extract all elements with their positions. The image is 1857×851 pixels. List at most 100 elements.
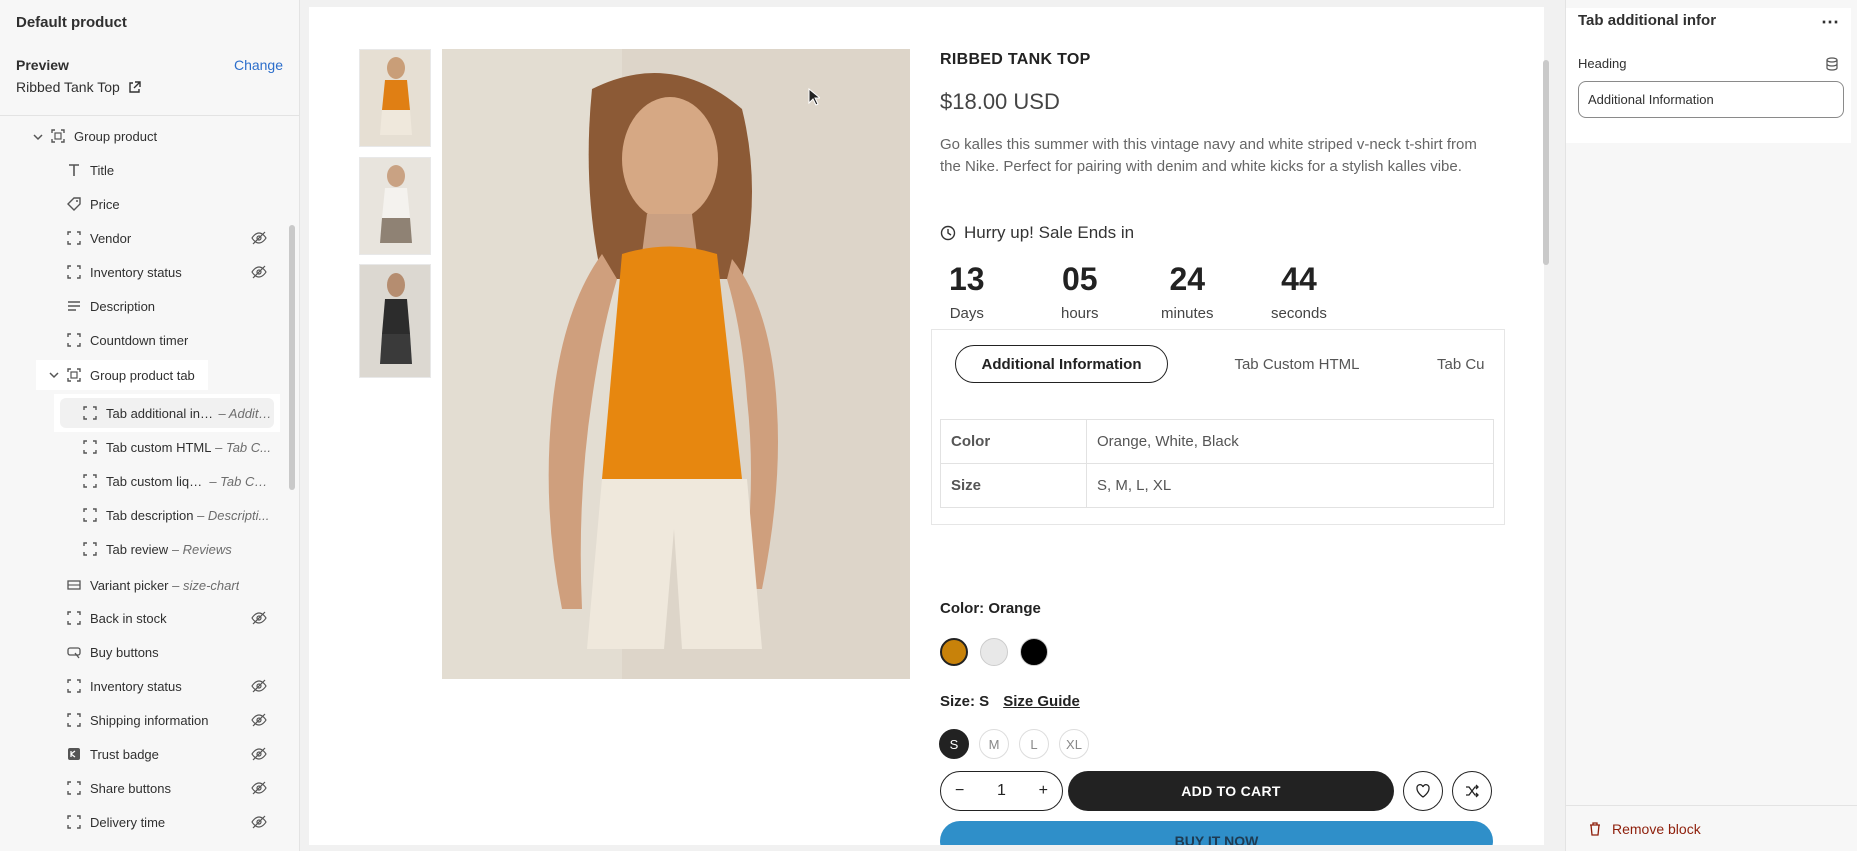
- sidebar-item-variant-picker[interactable]: Variant picker – size-chart: [66, 571, 267, 599]
- attribute-value: Orange, White, Black: [1086, 419, 1494, 464]
- size-label-row: Size: S Size Guide: [940, 693, 1080, 710]
- countdown-days: 13 Days: [949, 259, 985, 322]
- model-illustration: [442, 49, 910, 679]
- compare-button[interactable]: [1452, 771, 1492, 811]
- sidebar-item-inventory-status-2[interactable]: Inventory status: [66, 672, 267, 700]
- quantity-stepper[interactable]: − 1 +: [940, 771, 1063, 811]
- sidebar-item-trust-badge[interactable]: Trust badge: [66, 740, 267, 768]
- eye-hidden-icon[interactable]: [251, 230, 267, 246]
- thumbnail-image-black: [360, 265, 430, 377]
- chevron-down-icon[interactable]: [48, 369, 60, 381]
- sidebar-scrollbar[interactable]: [289, 225, 295, 490]
- sidebar-item-group-product[interactable]: Group product: [50, 122, 157, 150]
- sidebar-item-shipping-information[interactable]: Shipping information: [66, 706, 267, 734]
- size-option-l[interactable]: L: [1019, 729, 1049, 759]
- sidebar-item-description[interactable]: Description: [66, 292, 155, 320]
- wishlist-button[interactable]: [1403, 771, 1443, 811]
- sidebar-item-share-buttons[interactable]: Share buttons: [66, 774, 267, 802]
- block-icon: [66, 712, 82, 728]
- countdown-value: 44: [1281, 261, 1317, 297]
- heart-icon: [1416, 784, 1430, 798]
- countdown-minutes: 24 minutes: [1161, 259, 1214, 322]
- eye-hidden-icon[interactable]: [251, 780, 267, 796]
- sidebar-item-tab-additional-infor[interactable]: Tab additional infor – Additi...: [82, 399, 272, 427]
- sidebar-item-delivery-time[interactable]: Delivery time: [66, 808, 267, 836]
- sidebar-item-tab-review[interactable]: Tab review – Reviews: [82, 535, 272, 563]
- size-option-s[interactable]: S: [939, 729, 969, 759]
- external-link-icon[interactable]: [128, 80, 141, 94]
- size-option-xl[interactable]: XL: [1059, 729, 1089, 759]
- plus-icon[interactable]: +: [1039, 782, 1048, 800]
- swatch-white[interactable]: [980, 638, 1008, 666]
- buy-now-button[interactable]: BUY IT NOW: [940, 821, 1493, 845]
- product-thumbnail-2[interactable]: [359, 157, 431, 255]
- preview-product-name: Ribbed Tank Top: [16, 79, 120, 95]
- sidebar-item-vendor[interactable]: Vendor: [66, 224, 267, 252]
- heading-field-label: Heading: [1578, 56, 1627, 71]
- minus-icon[interactable]: −: [955, 782, 964, 800]
- size-guide-link[interactable]: Size Guide: [1003, 693, 1080, 710]
- table-row: Color Orange, White, Black: [940, 419, 1494, 464]
- sidebar-item-tab-custom-liquid[interactable]: Tab custom liquid – Tab Cu...: [82, 467, 272, 495]
- thumbnail-image-orange: [360, 50, 430, 146]
- panel-title: Tab additional infor: [1578, 12, 1717, 29]
- panel-divider: [1566, 805, 1857, 806]
- block-icon: [82, 439, 98, 455]
- price-tag-icon: [66, 196, 82, 212]
- tab-custom-liquid[interactable]: Tab Cu: [1437, 345, 1497, 383]
- chevron-down-icon[interactable]: [32, 131, 44, 143]
- product-title: RIBBED TANK TOP: [940, 51, 1091, 68]
- sidebar-item-label: Shipping information: [90, 712, 209, 728]
- sidebar-item-sublabel: – Tab Cu...: [209, 473, 272, 489]
- product-price: $18.00 USD: [940, 89, 1060, 114]
- sidebar-item-price[interactable]: Price: [66, 190, 120, 218]
- remove-block-label: Remove block: [1612, 821, 1701, 837]
- preview-canvas: RIBBED TANK TOP $18.00 USD Go kalles thi…: [309, 7, 1544, 845]
- quantity-value[interactable]: 1: [997, 782, 1006, 800]
- sidebar-item-group-product-tab[interactable]: Group product tab: [66, 361, 195, 389]
- eye-hidden-icon[interactable]: [251, 610, 267, 626]
- eye-hidden-icon[interactable]: [251, 746, 267, 762]
- sidebar-item-tab-custom-html[interactable]: Tab custom HTML – Tab C...: [82, 433, 272, 461]
- sidebar-item-tab-description[interactable]: Tab description – Descripti...: [82, 501, 272, 529]
- eye-hidden-icon[interactable]: [251, 678, 267, 694]
- tab-custom-html[interactable]: Tab Custom HTML: [1212, 345, 1382, 383]
- preview-product[interactable]: Ribbed Tank Top: [16, 79, 141, 95]
- swatch-black[interactable]: [1020, 638, 1048, 666]
- sidebar-item-countdown-timer[interactable]: Countdown timer: [66, 326, 188, 354]
- sidebar-item-back-in-stock[interactable]: Back in stock: [66, 604, 267, 632]
- countdown-hours: 05 hours: [1061, 259, 1099, 322]
- product-thumbnail-1[interactable]: [359, 49, 431, 147]
- heading-input[interactable]: [1578, 81, 1844, 118]
- sidebar-item-label: Share buttons: [90, 780, 171, 796]
- swatch-orange[interactable]: [940, 638, 968, 666]
- sidebar-item-label: Tab custom liquid: [106, 473, 206, 489]
- group-block-icon: [66, 367, 82, 383]
- product-main-image[interactable]: [442, 49, 910, 679]
- more-options-icon[interactable]: ⋯: [1821, 12, 1839, 33]
- sidebar-divider: [0, 115, 300, 116]
- eye-hidden-icon[interactable]: [251, 264, 267, 280]
- sidebar-item-sublabel: – Reviews: [171, 541, 232, 557]
- dynamic-source-icon[interactable]: [1825, 57, 1839, 71]
- sidebar-item-title[interactable]: Title: [66, 156, 114, 184]
- left-sidebar: Default product Preview Change Ribbed Ta…: [0, 0, 300, 851]
- countdown-heading: Hurry up! Sale Ends in: [940, 223, 1134, 243]
- add-to-cart-button[interactable]: ADD TO CART: [1068, 771, 1394, 811]
- block-settings-card: Tab additional infor ⋯ Heading: [1566, 8, 1851, 143]
- sidebar-item-label: Title: [90, 162, 115, 178]
- change-preview-link[interactable]: Change: [234, 57, 283, 73]
- block-icon: [66, 332, 82, 348]
- sidebar-item-sublabel: – Tab C...: [215, 439, 271, 455]
- sidebar-item-buy-buttons[interactable]: Buy buttons: [66, 638, 159, 666]
- countdown-unit: Days: [949, 305, 984, 322]
- remove-block-button[interactable]: Remove block: [1588, 821, 1701, 837]
- eye-hidden-icon[interactable]: [251, 814, 267, 830]
- sidebar-item-sublabel: – Descripti...: [197, 507, 270, 523]
- canvas-scrollbar[interactable]: [1543, 60, 1549, 265]
- sidebar-item-inventory-status[interactable]: Inventory status: [66, 258, 267, 286]
- size-option-m[interactable]: M: [979, 729, 1009, 759]
- eye-hidden-icon[interactable]: [251, 712, 267, 728]
- product-thumbnail-3[interactable]: [359, 264, 431, 378]
- tab-additional-information[interactable]: Additional Information: [955, 345, 1168, 383]
